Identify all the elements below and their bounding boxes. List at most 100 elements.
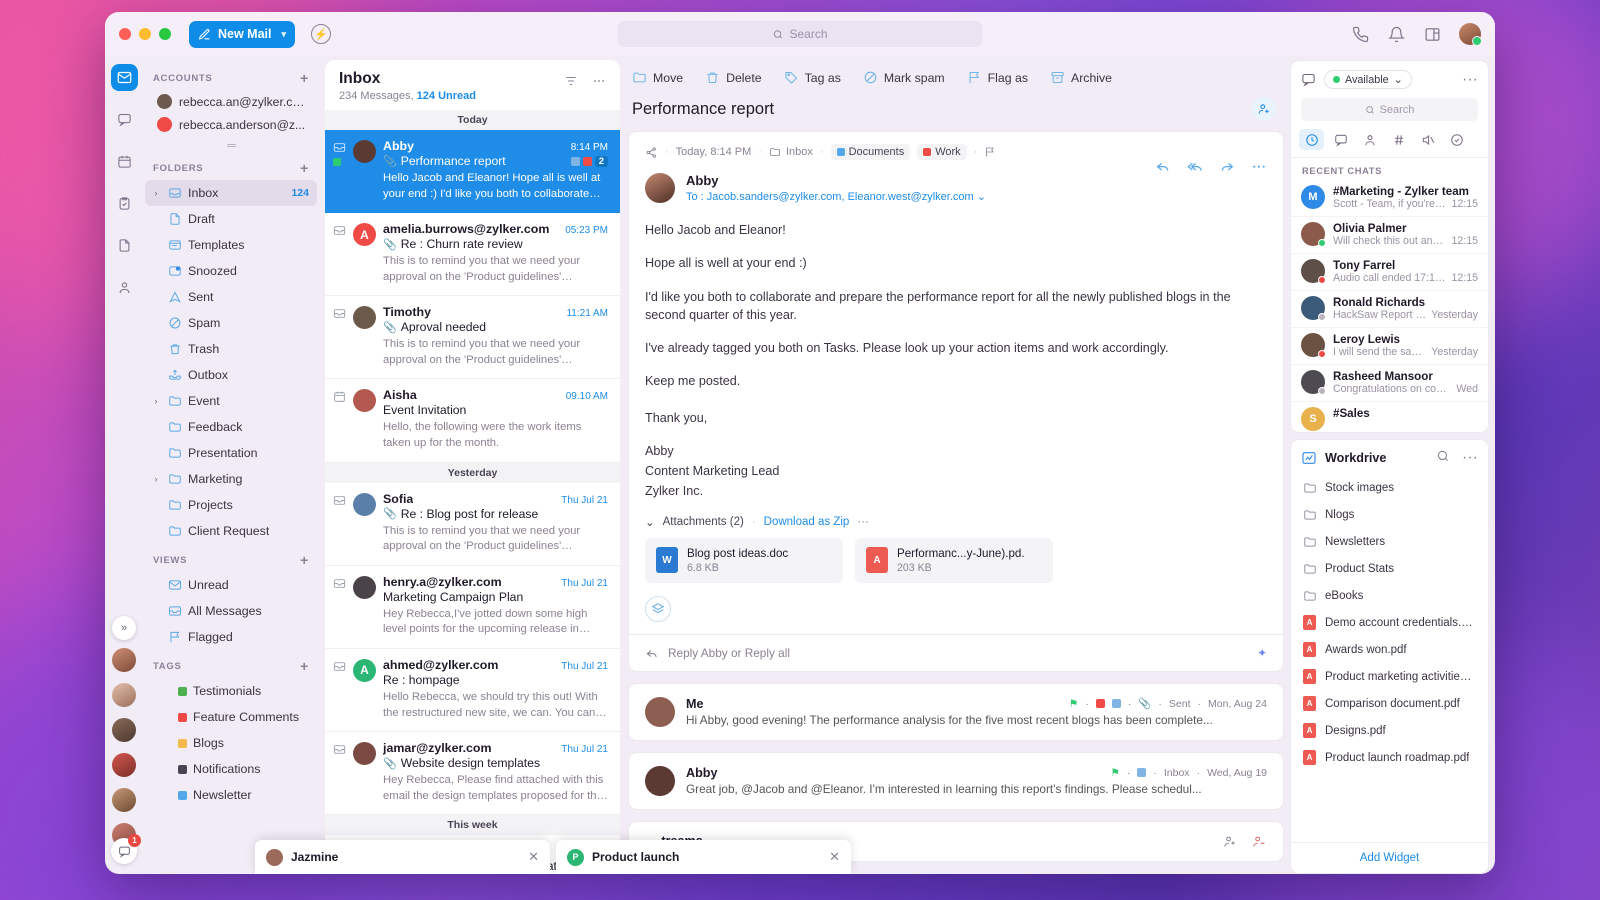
tab-channels[interactable] (1386, 129, 1411, 150)
add-folder-button[interactable]: + (300, 161, 309, 175)
sidebar-item-projects[interactable]: Projects (145, 492, 317, 518)
message-row[interactable]: Sofia Thu Jul 21 📎 Re : Blog post for relea… (325, 483, 620, 566)
workdrive-item[interactable]: Nlogs (1291, 501, 1488, 528)
recent-chats-list[interactable]: M #Marketing - Zylker team Scott - Team, i… (1291, 180, 1488, 432)
sidebar-item-marketing[interactable]: › Marketing (145, 466, 317, 492)
workdrive-item[interactable]: A Comparison document.pdf (1291, 690, 1488, 717)
expand-sidebar-button[interactable]: » (112, 616, 136, 640)
tab-status[interactable] (1444, 129, 1469, 150)
person-remove-icon[interactable] (1252, 834, 1267, 849)
add-view-button[interactable]: + (300, 553, 309, 567)
thread-message[interactable]: Me ⚑ · · 📎 · Sent · Mon, Aug 24 Hi Abby, good eve… (628, 682, 1284, 741)
avatar[interactable] (112, 648, 136, 672)
workdrive-item[interactable]: Newsletters (1291, 528, 1488, 555)
reply-bar[interactable]: Reply Abby or Reply all ✦ (629, 633, 1283, 671)
more-options-icon[interactable]: ··· (1462, 71, 1478, 89)
rail-item-notes[interactable] (111, 232, 138, 259)
rail-chat-badge[interactable]: 1 (111, 834, 141, 864)
message-rows[interactable]: Today Abby 8:14 PM 📎 Performance report 2 Hell… (325, 110, 620, 874)
sidebar-item-trash[interactable]: Trash (145, 336, 317, 362)
toolbar-move-button[interactable]: Move (632, 70, 683, 85)
sidebar-item-inbox[interactable]: › Inbox 124 (145, 180, 317, 206)
window-controls[interactable] (119, 28, 171, 40)
message-row[interactable]: Aahmed@zylker.com Thu Jul 21 Re : hompage H… (325, 649, 620, 733)
chevron-right-icon[interactable]: › (151, 474, 161, 484)
more-options-icon[interactable]: ··· (857, 516, 869, 528)
download-as-zip-button[interactable]: Download as Zip (764, 516, 850, 528)
thread-message[interactable]: Abby ⚑ · · Inbox · Wed, Aug 19 Great job, @Jaco… (628, 751, 1284, 810)
chevron-down-icon[interactable]: ⌄ (1394, 73, 1403, 86)
chevron-down-icon[interactable]: ⌄ (645, 515, 655, 529)
flag-icon[interactable] (984, 146, 996, 158)
ai-assist-icon[interactable]: ✦ (1257, 646, 1267, 660)
label-chip-work[interactable]: Work (917, 144, 967, 160)
sidebar-item-templates[interactable]: Templates (145, 232, 317, 258)
message-row[interactable]: jamar@zylker.com Thu Jul 21 📎 Website desig… (325, 732, 620, 816)
panel-drag-handle[interactable]: ═ (145, 138, 317, 152)
global-search-input[interactable]: Search (617, 21, 983, 47)
tab-chats[interactable] (1328, 129, 1353, 150)
forward-icon[interactable] (1219, 158, 1235, 174)
more-options-icon[interactable]: ··· (1462, 449, 1478, 467)
toolbar-mark-spam-button[interactable]: Mark spam (863, 70, 945, 85)
add-widget-button[interactable]: Add Widget (1291, 842, 1488, 873)
tag-item-newsletter[interactable]: Newsletter (145, 782, 317, 808)
chevron-right-icon[interactable]: › (151, 396, 161, 406)
reader-scroll-area[interactable]: · Today, 8:14 PM · Inbox · Documents Wor… (628, 131, 1284, 874)
label-chip-documents[interactable]: Documents (830, 144, 911, 160)
avatar[interactable] (112, 683, 136, 707)
avatar[interactable] (112, 753, 136, 777)
workdrive-item[interactable]: A Designs.pdf (1291, 717, 1488, 744)
dock-chat-tab[interactable]: Jazmine ✕ (255, 840, 550, 874)
view-item-unread[interactable]: Unread (145, 572, 317, 598)
sidebar-item-feedback[interactable]: Feedback (145, 414, 317, 440)
chevron-down-icon[interactable]: ▾ (282, 29, 287, 40)
dock-chat-tab[interactable]: P Product launch ✕ (556, 840, 851, 874)
layout-panel-icon[interactable] (1423, 25, 1441, 43)
add-people-button[interactable] (1252, 97, 1276, 121)
phone-icon[interactable] (1351, 25, 1369, 43)
tag-item-testimonials[interactable]: Testimonials (145, 678, 317, 704)
more-options-icon[interactable] (1251, 158, 1267, 174)
workdrive-item[interactable]: A Product marketing activities.pdf (1291, 663, 1488, 690)
close-window-button[interactable] (119, 28, 131, 40)
chat-list-item[interactable]: Ronald RichardsHackSaw Report - CRM... Ye… (1291, 291, 1488, 328)
sidebar-item-presentation[interactable]: Presentation (145, 440, 317, 466)
minimize-window-button[interactable] (139, 28, 151, 40)
status-badge[interactable]: Available ⌄ (1324, 70, 1412, 89)
chevron-right-icon[interactable]: › (151, 188, 161, 198)
chat-list-item[interactable]: M #Marketing - Zylker team Scott - Team, i… (1291, 180, 1488, 217)
sidebar-item-snoozed[interactable]: Snoozed (145, 258, 317, 284)
close-icon[interactable]: ✕ (528, 849, 539, 865)
rail-item-calendar[interactable] (111, 148, 138, 175)
rail-item-tasks[interactable] (111, 190, 138, 217)
workdrive-item[interactable]: A Demo account credentials.pdf (1291, 609, 1488, 636)
message-row[interactable]: Abby 8:14 PM 📎 Performance report 2 Hello Jac… (325, 130, 620, 214)
chat-list-item[interactable]: Rasheed MansoorCongratulations on comple… (1291, 365, 1488, 402)
sidebar-item-spam[interactable]: Spam (145, 310, 317, 336)
sidebar-item-outbox[interactable]: Outbox (145, 362, 317, 388)
toolbar-delete-button[interactable]: Delete (705, 70, 762, 85)
new-mail-button[interactable]: New Mail ▾ (189, 20, 296, 48)
workdrive-item[interactable]: A Product launch roadmap.pdf (1291, 744, 1488, 771)
attachment-item[interactable]: A Performanc...y-June).pd. 203 KB (855, 537, 1053, 583)
workdrive-item[interactable]: eBooks (1291, 582, 1488, 609)
tag-item-blogs[interactable]: Blogs (145, 730, 317, 756)
chat-bubble-icon[interactable] (1301, 72, 1316, 87)
view-item-all-messages[interactable]: All Messages (145, 598, 317, 624)
workdrive-list[interactable]: Stock images Nlogs Newsletters Product Stat… (1291, 474, 1488, 842)
workdrive-item[interactable]: A Awards won.pdf (1291, 636, 1488, 663)
search-icon[interactable] (1436, 449, 1450, 467)
sidebar-item-draft[interactable]: Draft (145, 206, 317, 232)
view-item-flagged[interactable]: Flagged (145, 624, 317, 650)
quick-actions-icon[interactable]: ⚡ (311, 24, 332, 44)
message-row[interactable]: Aisha 09.10 AM Event Invitation Hello, the … (325, 379, 620, 463)
maximize-window-button[interactable] (159, 28, 171, 40)
tab-contacts[interactable] (1357, 129, 1382, 150)
share-icon[interactable] (645, 146, 658, 159)
avatar[interactable] (112, 788, 136, 812)
add-tag-button[interactable]: + (300, 659, 309, 673)
chat-list-item[interactable]: Tony Farrel Audio call ended 17:13m... 12:… (1291, 254, 1488, 291)
message-row[interactable]: Timothy 11:21 AM 📎 Aproval needed This is to… (325, 296, 620, 380)
message-row[interactable]: Aamelia.burrows@zylker.com 05:23 PM 📎 Re : … (325, 213, 620, 297)
